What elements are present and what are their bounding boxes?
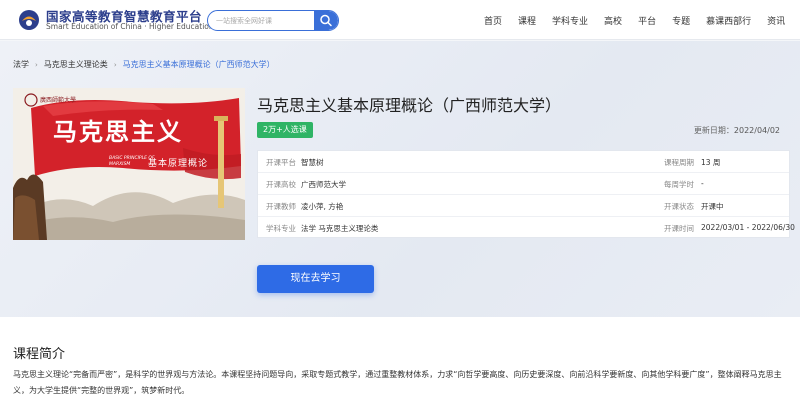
intro-title: 课程简介 (13, 347, 66, 362)
search-button[interactable] (314, 11, 338, 30)
weekly-hours-value: - (701, 179, 704, 188)
nav-courses[interactable]: 课程 (518, 14, 536, 27)
course-title: 马克思主义基本原理概论（广西师范大学） (257, 96, 562, 115)
chevron-right-icon: › (113, 60, 117, 69)
time-label: 开课时间 (664, 224, 694, 233)
top-header: 国家高等教育智慧教育平台 Smart Education of China · … (0, 0, 800, 40)
status-label: 开课状态 (664, 202, 694, 211)
intro-text: 马克思主义理论“完备而严密”，是科学的世界观与方法论。本课程坚持问题导向，采取专… (13, 370, 782, 395)
info-row: 学科专业 法学 马克思主义理论类 开课时间 2022/03/01 - 2022/… (258, 217, 795, 239)
course-cover-image[interactable]: 廣西師範大學 马克思主义 BASIC PRINCIPLE OF MARXISM … (13, 88, 245, 240)
start-learning-button[interactable]: 现在去学习 (257, 265, 374, 293)
update-date-label: 更新日期： (693, 126, 734, 135)
period-value: 13 周 (701, 158, 721, 167)
search-icon (320, 14, 332, 27)
course-info-table: 开课平台 智慧树 课程周期 13 周 开课高校 广西师范大学 每周学时 - 开课… (257, 150, 795, 239)
nav-home[interactable]: 首页 (484, 14, 502, 27)
update-date-value: 2022/04/02 (733, 126, 780, 135)
time-value: 2022/03/01 - 2022/06/30 (701, 223, 795, 232)
logo-subtitle: Smart Education of China · Higher Educat… (46, 22, 214, 31)
cover-school-text: 廣西師範大學 (40, 97, 77, 104)
school-value[interactable]: 广西师范大学 (301, 179, 346, 190)
nav-universities[interactable]: 高校 (604, 14, 622, 27)
cover-title-text: 马克思主义 (53, 117, 183, 146)
update-date: 更新日期：2022/04/02 (694, 125, 780, 136)
status-value: 开课中 (701, 202, 724, 211)
cover-subtitle-cn: 基本原理概论 (148, 159, 209, 169)
school-label: 开课高校 (266, 180, 296, 189)
nav-mooc-west[interactable]: 慕课西部行 (706, 14, 751, 27)
nav-disciplines[interactable]: 学科专业 (552, 14, 588, 27)
subject-value: 法学 马克思主义理论类 (301, 224, 379, 233)
main-nav: 首页 课程 学科专业 高校 平台 专题 慕课西部行 资讯 (484, 0, 785, 40)
teacher-label: 开课教师 (266, 202, 296, 211)
breadcrumb-category[interactable]: 马克思主义理论类 (44, 59, 108, 70)
search-box (207, 10, 339, 31)
info-row: 开课教师 凌小萍, 方艳 开课状态 开课中 (258, 195, 789, 217)
platform-label: 开课平台 (266, 158, 296, 167)
period-label: 课程周期 (664, 158, 694, 167)
search-input[interactable] (208, 11, 316, 30)
nav-platforms[interactable]: 平台 (638, 14, 656, 27)
info-row: 开课高校 广西师范大学 每周学时 - (258, 173, 789, 195)
teacher-value: 凌小萍, 方艳 (301, 202, 344, 211)
nav-topics[interactable]: 专题 (672, 14, 690, 27)
breadcrumb-discipline[interactable]: 法学 (13, 59, 29, 70)
breadcrumb: 法学 › 马克思主义理论类 › 马克思主义基本原理概论（广西师范大学） (13, 59, 275, 70)
platform-value[interactable]: 智慧树 (301, 157, 324, 168)
info-row: 开课平台 智慧树 课程周期 13 周 (258, 151, 789, 173)
logo-icon[interactable] (18, 9, 40, 31)
breadcrumb-current: 马克思主义基本原理概论（广西师范大学） (122, 60, 275, 69)
nav-news[interactable]: 资讯 (767, 14, 785, 27)
weekly-hours-label: 每周学时 (664, 180, 694, 189)
enroll-count-badge: 2万+人选课 (257, 122, 313, 138)
chevron-right-icon: › (35, 60, 38, 69)
subject-label: 学科专业 (266, 224, 296, 233)
